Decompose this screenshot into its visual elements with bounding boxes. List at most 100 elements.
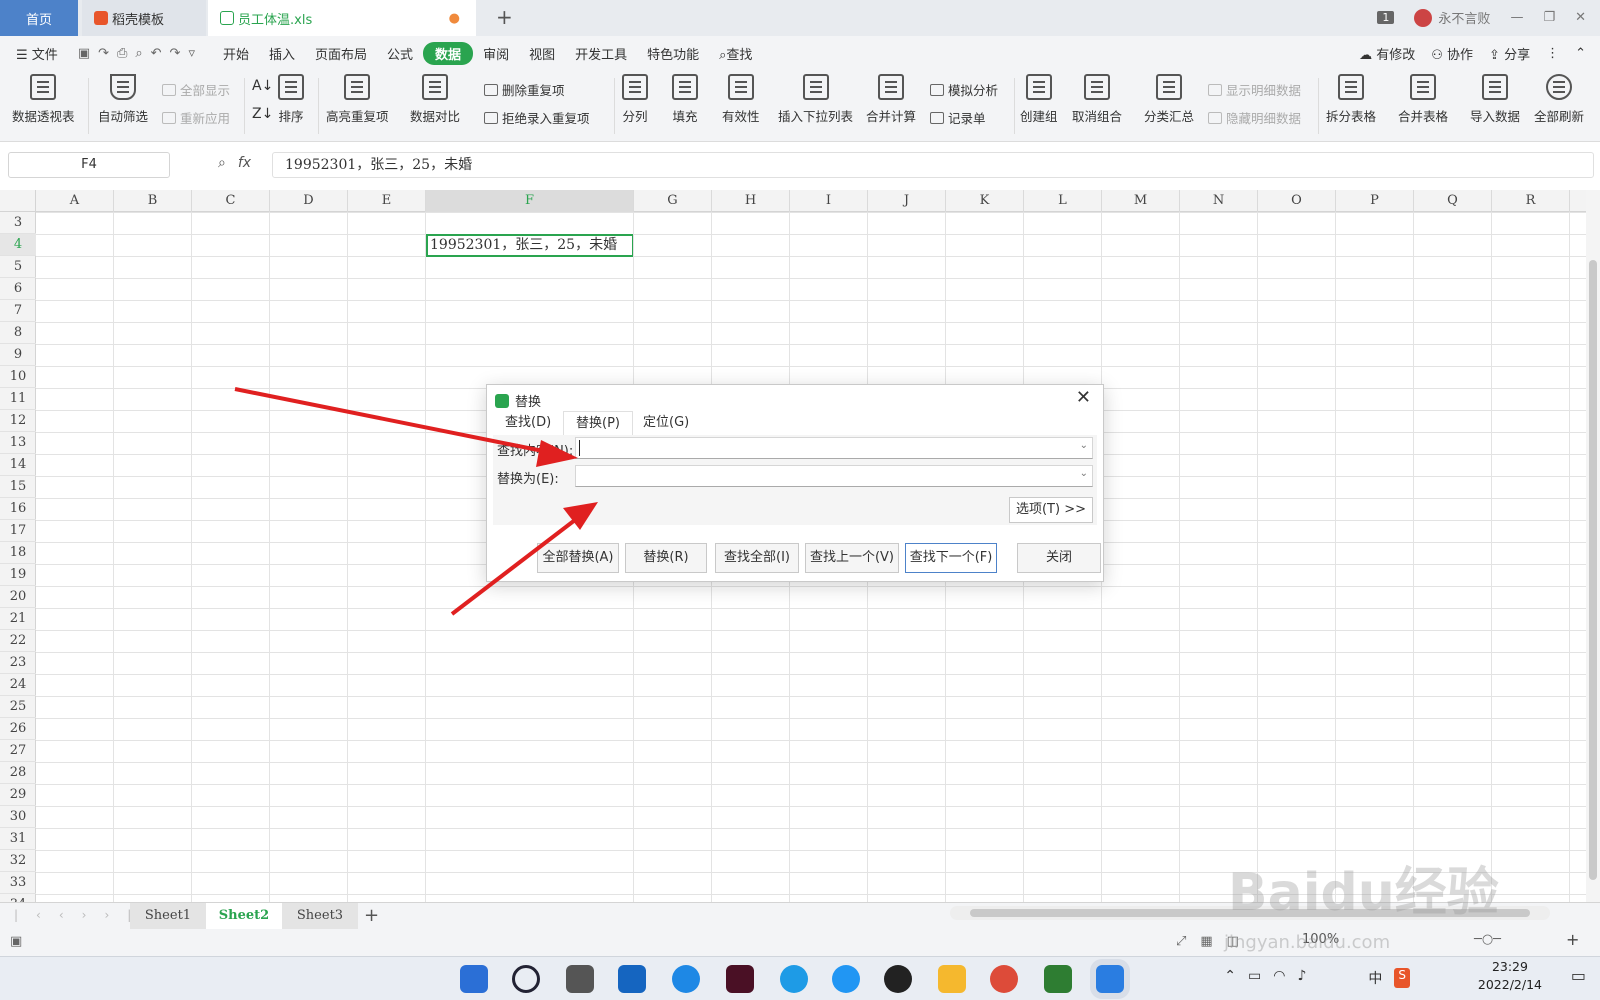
merge-table-button[interactable]: 合并表格 [1398, 74, 1448, 125]
notification-icon[interactable]: ▭ [1571, 966, 1586, 985]
row-header-3[interactable]: 3 [0, 212, 36, 234]
column-header-o[interactable]: O [1258, 190, 1336, 212]
column-header-d[interactable]: D [270, 190, 348, 212]
row-header-12[interactable]: 12 [0, 410, 36, 432]
new-tab-button[interactable]: + [496, 5, 513, 29]
row-header-25[interactable]: 25 [0, 696, 36, 718]
highlight-duplicates-button[interactable]: 高亮重复项 [326, 74, 389, 125]
zoom-slider[interactable]: ─○─ [1474, 932, 1501, 947]
hide-detail-button[interactable]: 隐藏明细数据 [1208, 108, 1301, 127]
window-count-badge[interactable]: 1 [1377, 11, 1395, 24]
find-input[interactable]: ⌄ [575, 437, 1093, 459]
name-box[interactable]: F4 [8, 152, 170, 178]
tab-goto[interactable]: 定位(G) [631, 411, 701, 435]
widgets-icon[interactable] [618, 965, 646, 993]
zoom-in-icon[interactable]: + [1566, 930, 1579, 949]
row-header-17[interactable]: 17 [0, 520, 36, 542]
sheet-tab-1[interactable]: Sheet1 [130, 903, 206, 929]
fill-button[interactable]: 填充 [672, 74, 698, 125]
menu-data[interactable]: 数据 [423, 41, 474, 65]
sort-ascending-icon[interactable]: A↓ [252, 78, 273, 94]
column-header-h[interactable]: H [712, 190, 790, 212]
record-form-button[interactable]: 记录单 [930, 108, 986, 127]
row-header-33[interactable]: 33 [0, 872, 36, 894]
row-header-15[interactable]: 15 [0, 476, 36, 498]
reject-duplicates-button[interactable]: 拒绝录入重复项 [484, 108, 590, 127]
close-icon[interactable]: ✕ [1076, 387, 1091, 408]
column-header-r[interactable]: R [1492, 190, 1570, 212]
close-button[interactable]: 关闭 [1017, 543, 1101, 573]
reapply-button[interactable]: 重新应用 [162, 108, 230, 127]
column-header-n[interactable]: N [1180, 190, 1258, 212]
select-all-corner[interactable] [0, 190, 36, 212]
column-header-b[interactable]: B [114, 190, 192, 212]
formula-input[interactable]: 19952301，张三，25，未婚 [272, 152, 1594, 178]
menu-search[interactable]: ⌕查找 [709, 44, 762, 63]
row-header-18[interactable]: 18 [0, 542, 36, 564]
sort-button[interactable]: 排序 [278, 74, 304, 125]
sogou-icon[interactable]: S [1394, 968, 1410, 988]
row-header-8[interactable]: 8 [0, 322, 36, 344]
clock[interactable]: 23:29 2022/2/14 [1478, 958, 1542, 994]
modified-button[interactable]: ☁ 有修改 [1359, 44, 1415, 63]
create-group-button[interactable]: 创建组 [1020, 74, 1058, 125]
sheet-tab-2[interactable]: Sheet2 [206, 903, 282, 929]
file-menu[interactable]: ☰ 文件 [0, 44, 68, 63]
row-header-22[interactable]: 22 [0, 630, 36, 652]
chevron-down-icon[interactable]: ⌄ [1080, 440, 1088, 451]
column-header-a[interactable]: A [36, 190, 114, 212]
row-header-27[interactable]: 27 [0, 740, 36, 762]
ime-indicator[interactable]: 中 [1368, 968, 1382, 988]
file-explorer-icon[interactable] [938, 965, 966, 993]
column-header-q[interactable]: Q [1414, 190, 1492, 212]
chrome-icon[interactable] [990, 965, 1018, 993]
close-window-icon[interactable]: ✕ [1575, 10, 1586, 25]
menu-review[interactable]: 审阅 [473, 44, 519, 63]
column-header-l[interactable]: L [1024, 190, 1102, 212]
row-header-30[interactable]: 30 [0, 806, 36, 828]
more-icon[interactable]: ⋮ [1546, 46, 1559, 61]
tab-template[interactable]: 稻壳模板 [82, 0, 206, 36]
remove-duplicates-button[interactable]: 删除重复项 [484, 80, 565, 99]
row-header-14[interactable]: 14 [0, 454, 36, 476]
menu-formula[interactable]: 公式 [377, 44, 423, 63]
data-compare-button[interactable]: 数据对比 [410, 74, 460, 125]
column-header-m[interactable]: M [1102, 190, 1180, 212]
row-header-6[interactable]: 6 [0, 278, 36, 300]
pivot-table-button[interactable]: 数据透视表 [12, 74, 75, 125]
wifi-icon[interactable]: ◠ [1273, 968, 1285, 988]
replace-button[interactable]: 替换(R) [625, 543, 707, 573]
browser-icon[interactable] [832, 965, 860, 993]
vertical-scrollbar[interactable] [1586, 190, 1600, 910]
row-header-9[interactable]: 9 [0, 344, 36, 366]
column-header-f[interactable]: F [426, 190, 634, 212]
tab-find[interactable]: 查找(D) [493, 411, 563, 435]
wps-taskbar-icon[interactable] [1096, 965, 1124, 993]
feishu-icon[interactable] [780, 965, 808, 993]
user-account[interactable]: 永不言败 [1414, 8, 1490, 27]
row-header-32[interactable]: 32 [0, 850, 36, 872]
find-all-button[interactable]: 查找全部(I) [715, 543, 799, 573]
search-icon[interactable] [512, 965, 540, 993]
row-header-19[interactable]: 19 [0, 564, 36, 586]
minimize-icon[interactable]: — [1510, 10, 1523, 25]
tab-replace[interactable]: 替换(P) [563, 411, 633, 435]
indesign-icon[interactable] [726, 965, 754, 993]
share-button[interactable]: ⇪ 分享 [1489, 44, 1530, 63]
column-header-p[interactable]: P [1336, 190, 1414, 212]
edge-icon[interactable] [672, 965, 700, 993]
qq-icon[interactable] [884, 965, 912, 993]
insert-dropdown-button[interactable]: 插入下拉列表 [778, 74, 853, 125]
row-header-24[interactable]: 24 [0, 674, 36, 696]
ungroup-button[interactable]: 取消组合 [1072, 74, 1122, 125]
show-all-button[interactable]: 全部显示 [162, 80, 230, 99]
maximize-icon[interactable]: ❐ [1543, 10, 1555, 25]
notepad-icon[interactable] [1044, 965, 1072, 993]
menu-view[interactable]: 视图 [519, 44, 565, 63]
menu-page-layout[interactable]: 页面布局 [305, 44, 377, 63]
split-table-button[interactable]: 拆分表格 [1326, 74, 1376, 125]
cell-f4[interactable]: 19952301，张三，25，未婚 [426, 234, 634, 257]
row-header-21[interactable]: 21 [0, 608, 36, 630]
row-header-28[interactable]: 28 [0, 762, 36, 784]
row-header-23[interactable]: 23 [0, 652, 36, 674]
